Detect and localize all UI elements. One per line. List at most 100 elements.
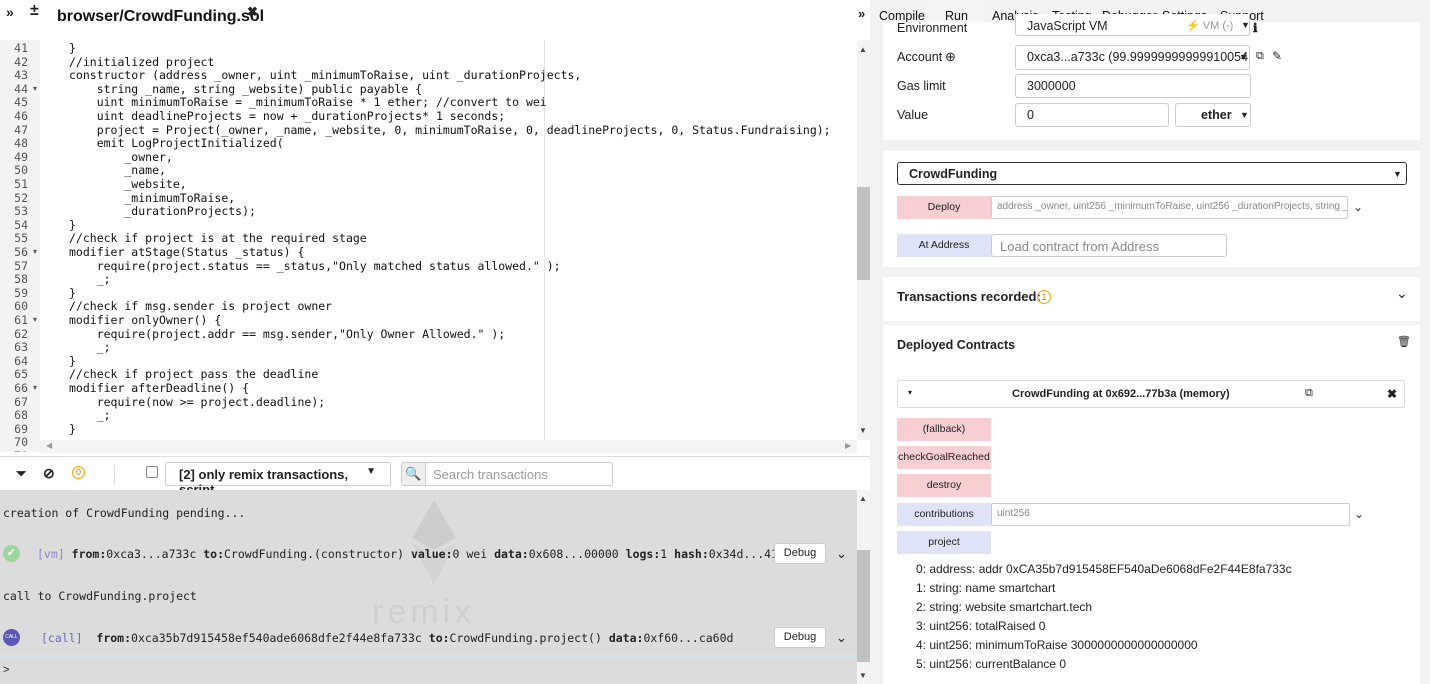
copy-address-icon[interactable]: ⧉ [1256,50,1264,63]
tx-data-label: data: [494,547,529,561]
code-line: //check if msg.sender is project owner [69,299,333,314]
close-instance-icon[interactable]: ✖ [1387,387,1397,401]
expand-arguments-chevron-icon[interactable]: ⌄ [1353,200,1363,214]
scroll-down-icon[interactable]: ▼ [859,671,867,680]
scroll-thumb[interactable] [857,187,870,280]
add-account-icon[interactable]: ⊕ [945,49,956,65]
transaction-log-entry[interactable]: [vm] from:0xca3...a733c to:CrowdFunding.… [37,547,799,561]
scroll-up-icon[interactable]: ▲ [859,494,867,503]
clear-console-icon[interactable]: ⊘ [43,465,55,482]
return-value-line: 1: string: name smartchart [916,581,1056,595]
expand-panel-icon[interactable]: » [6,4,14,20]
fallback-button[interactable]: (fallback) [897,418,991,441]
project-button[interactable]: project [897,531,991,554]
deploy-button[interactable]: Deploy [897,196,991,219]
minimize-terminal-icon[interactable]: ⏷ [16,466,26,482]
scroll-left-icon[interactable]: ◀ [46,441,52,450]
line-number: 48 [14,136,28,151]
line-number: 56 [14,245,28,259]
close-tab-icon[interactable]: ✖ [247,4,258,20]
trash-icon[interactable]: 🗑 [1397,335,1411,348]
check-goal-reached-button[interactable]: checkGoalReached [897,446,991,469]
caret-down-icon: ▼ [1240,110,1249,120]
expand-tx-chevron-icon[interactable]: ⌄ [836,546,847,562]
fold-toggle-icon[interactable]: ▾ [33,451,37,452]
terminal-toolbar: ⏷ ⊘ 0 [2] only remix transactions, scrip… [0,456,870,497]
gas-limit-label: Gas limit [897,79,946,93]
code-line: _name, [69,163,166,178]
file-tab-label[interactable]: browser/CrowdFunding.sol [57,8,264,26]
line-number: 55 [14,231,28,246]
listen-network-checkbox[interactable] [146,466,158,478]
scroll-down-icon[interactable]: ▼ [859,426,867,435]
line-number: 65 [14,367,28,382]
code-line: //check if project is at the required st… [69,231,367,246]
account-select[interactable]: 0xca3...a733c (99.99999999999910054 [1015,45,1250,70]
deploy-arguments-input[interactable]: address _owner, uint256 _minimumToRaise,… [991,196,1348,219]
edit-icon[interactable]: ✎ [1272,49,1282,63]
code-line: _website, [69,177,187,191]
value-input[interactable]: 0 [1015,103,1169,127]
code-line: } [69,217,76,232]
scroll-thumb[interactable] [857,550,870,662]
code-line: string _name, string _website) public pa… [69,81,423,96]
search-icon[interactable]: 🔍 [401,462,425,486]
contributions-button[interactable]: contributions [897,503,991,526]
debug-button[interactable]: Debug [774,543,826,564]
code-line: //check if project pass the deadline [69,367,319,382]
fold-toggle-icon[interactable]: ▾ [33,315,37,324]
expand-arguments-chevron-icon[interactable]: ⌄ [1354,507,1364,521]
contract-instance-header[interactable]: ▾ CrowdFunding at 0x692...77b3a (memory)… [897,380,1405,408]
collapse-panel-icon[interactable]: » [858,6,865,21]
editor-horizontal-scrollbar[interactable]: ◀ ▶ [40,440,857,453]
terminal-prompt[interactable]: > [0,655,857,684]
code-line: uint deadlineProjects = now + _durationP… [69,109,506,123]
new-file-icon[interactable]: ± [30,2,39,20]
editor-vertical-scrollbar[interactable]: ▲ ▼ [857,40,870,440]
remix-logo-watermark [412,500,456,584]
at-address-input[interactable]: Load contract from Address [991,234,1227,257]
code-line: emit LogProjectInitialized( [69,136,284,151]
info-icon[interactable]: ℹ [1253,21,1258,35]
contract-select[interactable]: CrowdFunding ▼ [897,162,1407,185]
expand-call-chevron-icon[interactable]: ⌄ [836,630,847,646]
at-address-button[interactable]: At Address [897,234,991,257]
code-line: _durationProjects); [69,204,256,219]
transactions-recorded-label: Transactions recorded: [897,289,1041,304]
tx-from: 0xca3...a733c [106,547,197,561]
fold-toggle-icon[interactable]: ▾ [33,247,37,256]
line-number: 42 [14,54,28,69]
scroll-up-icon[interactable]: ▲ [859,45,867,54]
code-line: require(project.status == _status,"Only … [69,258,561,273]
fold-toggle-icon[interactable]: ▾ [33,84,37,93]
code-line: } [69,353,76,368]
environment-select[interactable]: JavaScript VM ⚡ VM (-) ▼ [1015,14,1250,36]
debug-button[interactable]: Debug [774,627,826,648]
terminal-scrollbar[interactable]: ▲ ▼ [857,490,870,684]
code-line: _; [69,408,111,423]
gas-limit-input[interactable]: 3000000 [1015,74,1251,98]
destroy-button[interactable]: destroy [897,474,991,497]
caret-down-icon[interactable]: ▾ [908,388,912,397]
copy-address-icon[interactable]: ⧉ [1305,387,1313,400]
fold-toggle-icon[interactable]: ▾ [33,383,37,392]
caret-down-icon: ▼ [1239,52,1248,62]
line-number: 66 [14,381,28,395]
terminal-filter-select[interactable]: [2] only remix transactions, script ▼ [165,462,391,497]
tx-to: CrowdFunding.(constructor) [224,547,405,561]
call-to: CrowdFunding.project() [449,631,602,645]
line-number: 51 [14,177,28,191]
caret-down-icon: ▼ [366,466,376,477]
scroll-right-icon[interactable]: ▶ [845,441,851,450]
search-transactions-input[interactable]: Search transactions [425,462,613,486]
environment-value: JavaScript VM [1027,19,1108,33]
value-unit-select[interactable]: ether ▼ [1175,103,1251,127]
contributions-input[interactable]: uint256 [991,503,1350,526]
code-editor[interactable]: 41 42 43 44 ▾ 45 46 47 48 49 50 51 52 53 54 55 56 ▾ 57 58 59… [0,40,870,452]
code-line: require(now >= project.deadline); [69,394,326,409]
expand-chevron-icon[interactable]: ⌄ [1396,285,1408,302]
call-log-entry[interactable]: [call] from:0xca35b7d915458ef540ade6068d… [41,631,733,645]
line-number: 41 [14,41,28,55]
contract-select-value: CrowdFunding [909,167,998,181]
pending-tx-badge: 0 [72,466,85,479]
